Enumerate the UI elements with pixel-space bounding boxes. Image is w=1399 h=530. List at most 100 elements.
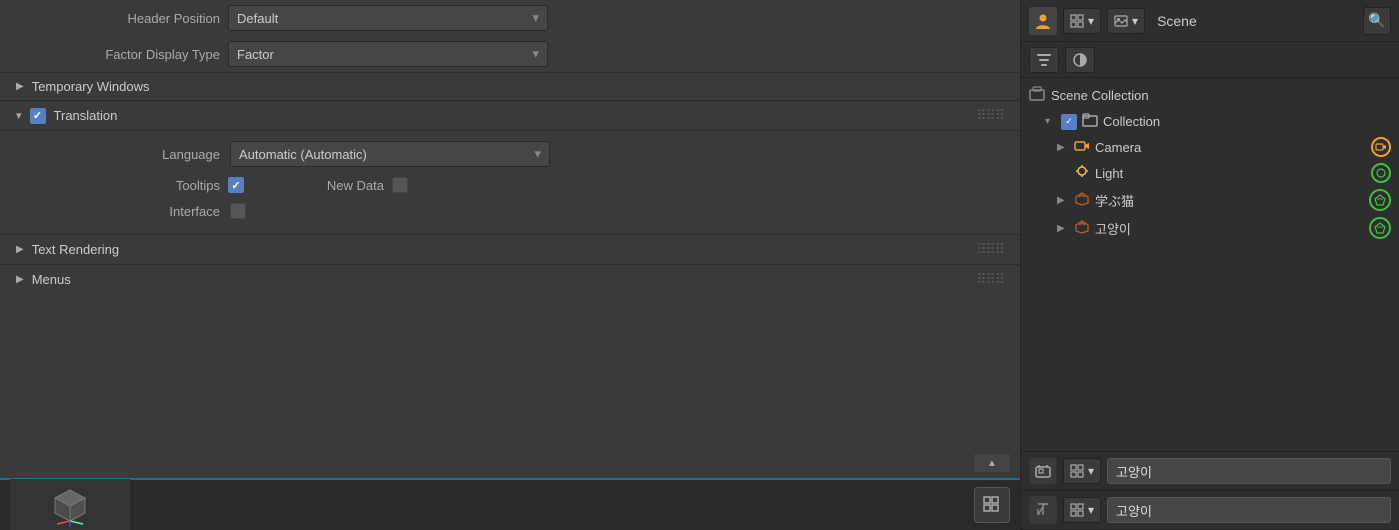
header-position-value: Default (237, 11, 278, 26)
prop-row-1: ▾ 고양이 (1021, 452, 1399, 491)
language-label: Language (20, 147, 220, 162)
camera-type-icon[interactable] (1371, 137, 1391, 157)
mini-3d-viewport (10, 479, 130, 530)
filter-icon (1036, 52, 1052, 68)
settings-area: Header Position Default ▾ Factor Display… (0, 0, 1020, 478)
scene-title: Scene (1151, 13, 1357, 29)
cat-expand-arrow: ▶ (1057, 223, 1069, 234)
factor-display-value: Factor (237, 47, 274, 62)
translation-header: ▾ Translation ⠿⠿⠿ (0, 100, 1020, 131)
header-position-row: Header Position Default ▾ (0, 0, 1020, 36)
prop-name-field-1[interactable]: 고양이 (1107, 458, 1391, 484)
translation-section: ▾ Translation ⠿⠿⠿ Language Automatic (Au… (0, 100, 1020, 234)
translation-content: Language Automatic (Automatic) ▾ Tooltip… (0, 131, 1020, 234)
cat-type-icon[interactable] (1369, 217, 1391, 239)
tooltips-group: Tooltips (20, 177, 244, 193)
new-data-checkbox[interactable] (392, 177, 408, 193)
header-position-label: Header Position (20, 11, 220, 26)
language-arrow: ▾ (534, 146, 541, 162)
tooltips-newdata-row: Tooltips New Data (20, 177, 1000, 193)
cube-icon (45, 483, 95, 528)
light-type-icon[interactable] (1371, 163, 1391, 183)
manekineko-type-icon[interactable] (1369, 189, 1391, 211)
cat-type-svg (1373, 221, 1387, 235)
tools-svg (1034, 501, 1052, 519)
menus-section[interactable]: ▶ Menus ⠿⠿⠿ (0, 264, 1020, 294)
image-dropdown[interactable]: ▾ (1107, 8, 1145, 34)
text-rendering-title: Text Rendering (32, 242, 119, 257)
manekineko-name: 学ぶ猫 (1095, 191, 1365, 210)
manekineko-icon (1073, 191, 1091, 210)
view-icon (1070, 14, 1084, 28)
factor-display-dropdown[interactable]: Factor ▾ (228, 41, 548, 67)
translation-expand-arrow[interactable]: ▾ (16, 109, 22, 122)
grid-icon (983, 496, 1001, 514)
text-rendering-section[interactable]: ▶ Text Rendering ⠿⠿⠿ (0, 234, 1020, 264)
prop-name-field-2[interactable]: 고양이 (1107, 497, 1391, 523)
person-icon (1034, 12, 1052, 30)
light-icon-svg (1074, 164, 1090, 180)
user-icon-button[interactable] (1029, 7, 1057, 35)
newdata-group: New Data (304, 177, 408, 193)
prop-dropdown-1-arrow: ▾ (1088, 464, 1094, 478)
tooltips-checkbox[interactable] (228, 177, 244, 193)
prop-dropdown-1[interactable]: ▾ (1063, 458, 1101, 484)
prop-dropdown-2-arrow: ▾ (1088, 503, 1094, 517)
object-icon-svg (1074, 191, 1090, 207)
scroll-up-button[interactable]: ▲ (974, 454, 1010, 472)
object-properties-button[interactable] (1029, 457, 1057, 485)
language-dropdown[interactable]: Automatic (Automatic) ▾ (230, 141, 550, 167)
header-position-arrow: ▾ (532, 10, 539, 26)
overlay-button[interactable] (1065, 47, 1095, 73)
translation-drag-dots: ⠿⠿⠿ (976, 107, 1004, 124)
camera-type-svg (1375, 141, 1387, 153)
collection-tree-item[interactable]: ▾ Collection (1021, 109, 1399, 134)
text-rendering-dots: ⠿⠿⠿ (976, 241, 1004, 258)
search-button[interactable]: 🔍 (1363, 7, 1391, 35)
camera-icon-svg (1074, 138, 1090, 154)
image-icon (1114, 14, 1128, 28)
menus-arrow: ▶ (16, 274, 24, 285)
menus-dots: ⠿⠿⠿ (976, 271, 1004, 288)
interface-label: Interface (20, 204, 220, 219)
cat-tree-item[interactable]: ▶ 고양이 (1021, 214, 1399, 242)
cat-name: 고양이 (1095, 219, 1365, 238)
prop-row-2: ▾ 고양이 (1021, 491, 1399, 530)
view-dropdown-arrow: ▾ (1088, 14, 1094, 28)
tools-icon[interactable] (1029, 496, 1057, 524)
camera-tree-item[interactable]: ▶ Camera (1021, 134, 1399, 160)
camera-expand-arrow: ▶ (1057, 142, 1069, 153)
light-tree-item[interactable]: ▶ Light (1021, 160, 1399, 186)
factor-display-row: Factor Display Type Factor ▾ (0, 36, 1020, 72)
collection-visibility-checkbox[interactable] (1061, 114, 1077, 130)
light-type-svg (1375, 167, 1387, 179)
filter-button[interactable] (1029, 47, 1059, 73)
translation-checkbox[interactable] (30, 108, 46, 124)
factor-display-label: Factor Display Type (20, 47, 220, 62)
image-dropdown-arrow: ▾ (1132, 14, 1138, 28)
right-top-bar: ▾ ▾ Scene 🔍 (1021, 0, 1399, 42)
language-row: Language Automatic (Automatic) ▾ (20, 141, 1000, 167)
temporary-windows-section[interactable]: ▶ Temporary Windows (0, 72, 1020, 100)
interface-checkbox[interactable] (230, 203, 246, 219)
collection-expand-arrow: ▾ (1045, 116, 1057, 127)
collection-icon (1029, 86, 1045, 102)
factor-display-arrow: ▾ (532, 46, 539, 62)
overlay-icon (1072, 52, 1088, 68)
new-data-label: New Data (304, 178, 384, 193)
header-position-dropdown[interactable]: Default ▾ (228, 5, 548, 31)
temporary-windows-title: Temporary Windows (32, 79, 150, 94)
view-dropdown[interactable]: ▾ (1063, 8, 1101, 34)
scene-collection-icon (1029, 86, 1045, 105)
prop-view-icon (1070, 464, 1084, 478)
scene-collection-label: Scene Collection (1021, 82, 1399, 109)
tooltips-label: Tooltips (20, 178, 220, 193)
translation-title: Translation (54, 108, 118, 123)
prop-dropdown-2[interactable]: ▾ (1063, 497, 1101, 523)
manekineko-tree-item[interactable]: ▶ 学ぶ猫 (1021, 186, 1399, 214)
temporary-windows-arrow: ▶ (16, 81, 24, 92)
light-icon (1073, 164, 1091, 183)
cat-icon-svg (1074, 219, 1090, 235)
bottom-bar (0, 478, 1020, 530)
grid-button[interactable] (974, 487, 1010, 523)
